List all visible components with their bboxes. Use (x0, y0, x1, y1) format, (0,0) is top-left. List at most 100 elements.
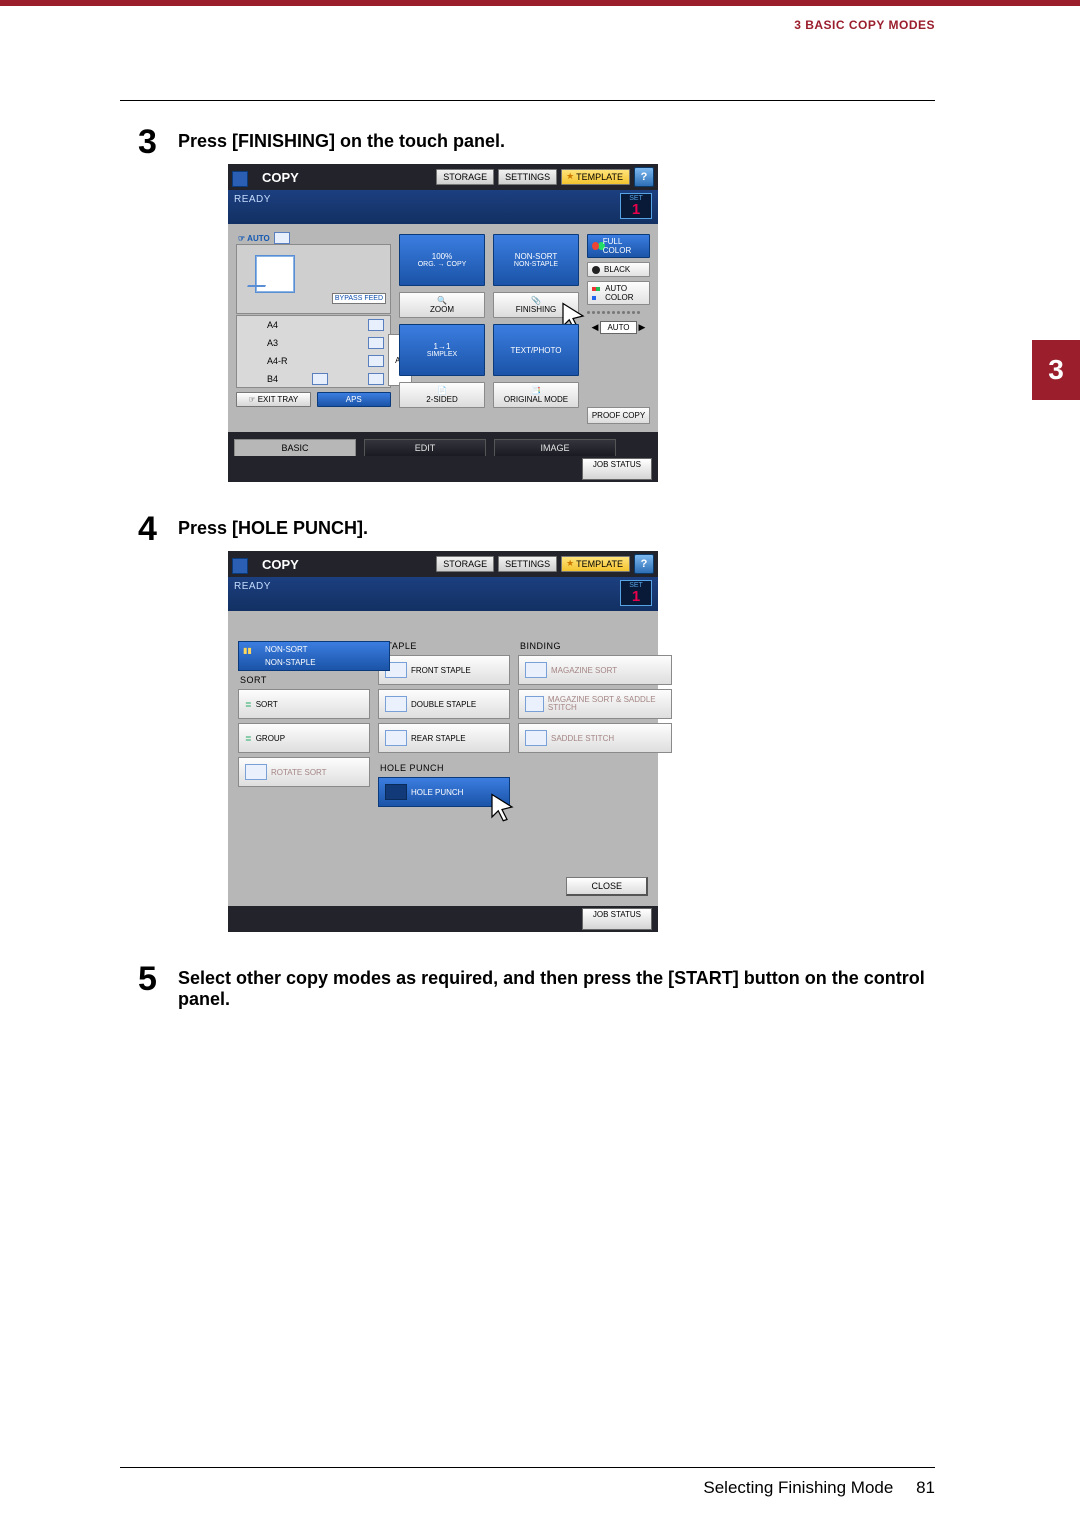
saddle-label: SADDLE STITCH (551, 734, 614, 743)
black-button[interactable]: BLACK (587, 262, 650, 277)
step-5: 5 Select other copy modes as required, a… (138, 962, 935, 1010)
tray-size: A4 (267, 320, 278, 330)
tab-edit[interactable]: EDIT (364, 439, 486, 456)
step-number: 5 (138, 962, 178, 1010)
job-status-button[interactable]: JOB STATUS (582, 458, 652, 480)
non-sort-top: NON-SORT (265, 645, 308, 654)
bypass-feed-button[interactable]: BYPASS FEED (332, 293, 386, 304)
orient-icon (368, 337, 384, 349)
storage-button[interactable]: STORAGE (436, 556, 494, 572)
status-text: READY (234, 577, 614, 592)
magazine-saddle-icon (525, 696, 544, 712)
settings-button[interactable]: SETTINGS (498, 556, 557, 572)
color-column: FULL COLOR BLACK AUTO COLOR (587, 234, 650, 424)
template-button[interactable]: TEMPLATE (561, 169, 630, 185)
finishing-label: FINISHING (516, 305, 556, 314)
tray-row[interactable]: A3 A4 (237, 334, 390, 351)
two-sided-label: 2-SIDED (426, 395, 458, 404)
finishing-sub: NON-STAPLE (514, 261, 558, 268)
proof-copy-button[interactable]: PROOF COPY (587, 407, 650, 424)
panel-titlebar: COPY STORAGE SETTINGS TEMPLATE ? (228, 164, 658, 190)
double-staple-button[interactable]: DOUBLE STAPLE (378, 689, 510, 719)
status-bar: READY SET 1 (228, 190, 658, 224)
step-title: Select other copy modes as required, and… (178, 968, 935, 1010)
auto-badge: ☞ AUTO (238, 232, 290, 244)
help-button[interactable]: ? (634, 167, 654, 187)
saddle-stitch-button[interactable]: SADDLE STITCH (518, 723, 672, 753)
tab-strip: BASIC EDIT IMAGE (228, 432, 658, 456)
auto-density-button[interactable]: AUTO (600, 321, 636, 334)
sort-label: SORT (256, 700, 278, 709)
template-button[interactable]: TEMPLATE (561, 556, 630, 572)
rear-staple-button[interactable]: REAR STAPLE (378, 723, 510, 753)
auto-color-label: AUTO COLOR (605, 284, 645, 302)
step-title: Press [HOLE PUNCH]. (178, 518, 935, 539)
tray-row[interactable]: B4 (237, 370, 390, 387)
zoom-button[interactable]: 🔍 ZOOM (399, 292, 485, 318)
group-button[interactable]: ≣ GROUP (238, 723, 370, 753)
header-section-label: 3 BASIC COPY MODES (794, 18, 935, 32)
touch-panel-basic: COPY STORAGE SETTINGS TEMPLATE ? READY S… (228, 164, 658, 482)
tray-list: A4 A3 A4 A4-R (236, 315, 391, 388)
tray-size: A4-R (267, 356, 288, 366)
full-color-icon (592, 242, 599, 250)
tray-row[interactable]: A4 (237, 316, 390, 333)
page-content: 3 Press [FINISHING] on the touch panel. … (138, 125, 935, 1020)
non-sort-button[interactable]: ▮▮ NON-SORT NON-STAPLE (238, 641, 390, 671)
help-button[interactable]: ? (634, 554, 654, 574)
tray-row[interactable]: A4-R (237, 352, 390, 369)
orient-icon (274, 232, 290, 244)
exit-tray-button[interactable]: ☞ EXIT TRAY (236, 392, 311, 407)
hand-icon: ☞ (238, 234, 245, 243)
chapter-side-tab: 3 (1032, 340, 1080, 400)
finishing-display: NON-SORT NON-STAPLE (493, 234, 579, 286)
auto-color-icon (592, 284, 601, 302)
cursor-icon (487, 792, 517, 822)
copy-icon (232, 171, 248, 187)
finishing-button[interactable]: 📎 FINISHING (493, 292, 579, 318)
auto-color-button[interactable]: AUTO COLOR (587, 281, 650, 305)
full-color-button[interactable]: FULL COLOR (587, 234, 650, 258)
rotate-sort-button[interactable]: ROTATE SORT (238, 757, 370, 787)
orient-icon (312, 373, 328, 385)
front-staple-button[interactable]: FRONT STAPLE (378, 655, 510, 685)
step-title: Press [FINISHING] on the touch panel. (178, 131, 935, 152)
aps-button[interactable]: APS (317, 392, 392, 407)
pointer-icon: ☞ (248, 395, 257, 404)
magazine-icon (525, 662, 547, 678)
bypass-label: BYPASS FEED (335, 295, 383, 302)
panel-title: COPY (256, 170, 299, 185)
exit-tray-label: EXIT TRAY (258, 395, 298, 404)
hole-punch-button[interactable]: HOLE PUNCH (378, 777, 510, 807)
group-icon: ≣ (245, 734, 252, 743)
mode-column-2: NON-SORT NON-STAPLE 📎 FINISHING TEXT/PHO… (493, 234, 579, 424)
density-left-icon[interactable]: ◀ (592, 322, 599, 333)
zoom-sub: ORG. → COPY (418, 261, 467, 268)
rule-bottom (120, 1467, 935, 1468)
close-button[interactable]: CLOSE (566, 877, 648, 896)
tab-basic[interactable]: BASIC (234, 439, 356, 456)
magazine-sort-button[interactable]: MAGAZINE SORT (518, 655, 672, 685)
footer-title: Selecting Finishing Mode (703, 1478, 893, 1497)
simplex-sub: SIMPLEX (427, 351, 457, 358)
footer: Selecting Finishing Mode 81 (703, 1478, 935, 1498)
job-status-button[interactable]: JOB STATUS (582, 908, 652, 930)
magazine-saddle-button[interactable]: MAGAZINE SORT & SADDLE STITCH (518, 689, 672, 719)
density-right-icon[interactable]: ▶ (639, 322, 646, 333)
zoom-icon: 🔍 (437, 296, 447, 305)
rear-staple-label: REAR STAPLE (411, 734, 466, 743)
group-label: GROUP (256, 734, 285, 743)
two-sided-button[interactable]: 📄 2-SIDED (399, 382, 485, 408)
finishing-top: NON-SORT (515, 252, 558, 261)
tab-image[interactable]: IMAGE (494, 439, 616, 456)
original-mode-button[interactable]: 📑 ORIGINAL MODE (493, 382, 579, 408)
full-color-label: FULL COLOR (603, 237, 645, 255)
zoom-pct: 100% (432, 252, 452, 261)
sort-button[interactable]: ≣ SORT (238, 689, 370, 719)
status-text: READY (234, 190, 614, 205)
settings-button[interactable]: SETTINGS (498, 169, 557, 185)
rule-top (120, 100, 935, 101)
storage-button[interactable]: STORAGE (436, 169, 494, 185)
binding-head: BINDING (520, 641, 672, 651)
original-icon: 📑 (531, 386, 541, 395)
